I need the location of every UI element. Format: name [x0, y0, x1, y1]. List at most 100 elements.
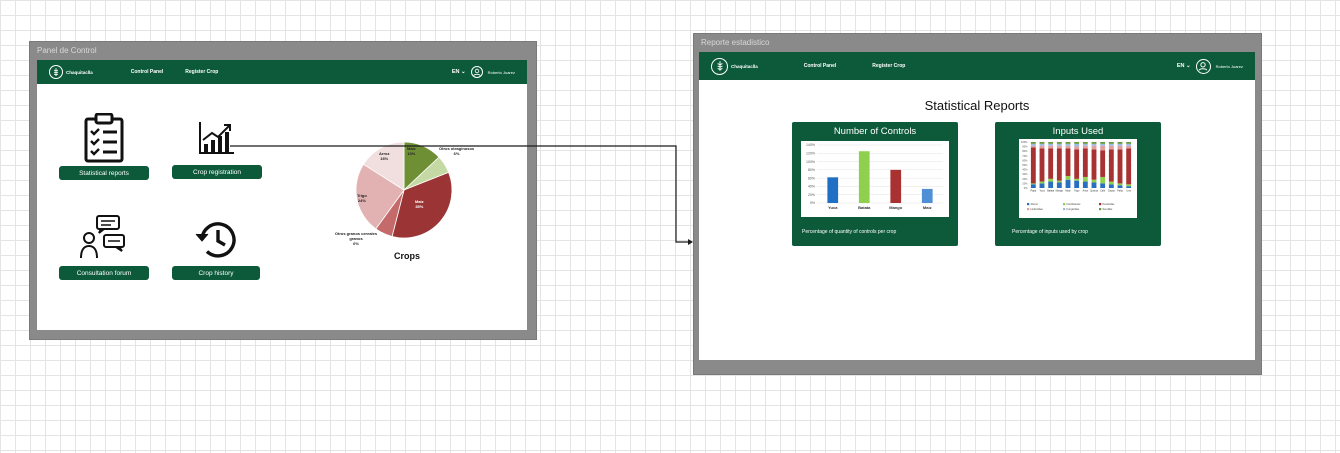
nav-right: EN ⌄ Roberto Juarez [1177, 58, 1243, 74]
stacked-segment [1126, 148, 1132, 185]
chat-people-icon[interactable] [79, 214, 127, 265]
x-category-label: Trigo [1074, 190, 1080, 193]
language-code: EN [1176, 63, 1185, 69]
clipboard-checklist-icon[interactable] [83, 112, 125, 168]
panel-screen: Chaquitaclla Control Panel Register Crop… [37, 60, 527, 330]
y-tick-label: 100% [1021, 140, 1028, 144]
stacked-segment [1091, 142, 1097, 144]
stacked-segment [1056, 180, 1062, 183]
x-category-label: Palta [1117, 190, 1123, 193]
card-caption: Percentage of inputs used by crop [1012, 229, 1088, 235]
pie-label-otros-granos: Otros granos cereales granos 6% [331, 231, 381, 246]
wheat-logo-icon [711, 57, 728, 75]
legend-swatch [1063, 203, 1066, 206]
brand[interactable]: Chaquitaclla [711, 57, 758, 75]
y-tick-label: 10% [1022, 181, 1028, 185]
legend-swatch [1027, 203, 1030, 206]
legend-swatch [1099, 208, 1102, 211]
navbar: Chaquitaclla Control Panel Register Crop… [699, 52, 1255, 80]
stacked-segment [1100, 150, 1106, 177]
y-tick-label: 70% [1022, 154, 1028, 158]
stacked-segment [1065, 143, 1071, 146]
stacked-segment [1030, 147, 1036, 184]
y-tick-label: 20% [808, 193, 815, 197]
frame-label: Reporte estadistico [701, 38, 770, 47]
stacked-segment [1030, 183, 1036, 185]
pie-title: Crops [394, 251, 421, 261]
y-tick-label: 0% [1024, 186, 1028, 190]
y-tick-label: 20% [1022, 177, 1028, 181]
card-caption: Percentage of quantity of controls per c… [802, 229, 897, 235]
stacked-segment [1056, 148, 1062, 181]
stacked-segment [1091, 179, 1097, 183]
user-avatar-icon[interactable] [470, 66, 483, 78]
stacked-segment [1030, 145, 1036, 148]
stacked-segment [1039, 183, 1045, 188]
stacked-segment [1074, 143, 1080, 147]
pie-label-arroz: Arroz 16% [379, 151, 389, 162]
legend-label: Fungicidas [1067, 207, 1080, 211]
stacked-segment [1126, 145, 1132, 149]
stacked-segment [1030, 143, 1036, 146]
crops-pie-chart [355, 141, 453, 239]
stacked-segment [1100, 183, 1106, 188]
stacked-segment [1108, 143, 1114, 146]
nav-right: EN ⌄ Roberto Juarez [452, 66, 515, 78]
pie-label-name: Otros granos cereales granos [334, 231, 378, 241]
stacked-segment [1082, 176, 1088, 182]
stacked-segment [1048, 178, 1054, 182]
stacked-segment [1126, 143, 1132, 146]
stacked-segment [1065, 179, 1071, 188]
pie-slice [375, 189, 405, 237]
stacked-segment [1056, 182, 1062, 188]
history-clock-icon[interactable] [194, 219, 238, 266]
pie-label-pct: 24% [357, 197, 366, 203]
stacked-segment [1074, 180, 1080, 188]
consultation-forum-button[interactable]: Consultation forum [59, 266, 149, 280]
inputs-stacked-chart-svg: 0%10%20%30%40%50%60%70%80%90%100% Papa Yuc… [1021, 140, 1133, 211]
user-avatar-icon[interactable] [1195, 58, 1211, 74]
x-category-label: Maíz [1065, 190, 1071, 193]
nav-control-panel[interactable]: Control Panel [131, 69, 164, 75]
navbar: Chaquitaclla Control Panel Register Crop… [37, 60, 527, 84]
stacked-segment [1048, 148, 1054, 179]
nav-register-crop[interactable]: Register Crop [185, 69, 218, 75]
stacked-segment [1039, 142, 1045, 144]
bar [921, 188, 933, 203]
y-tick-label: 90% [1022, 145, 1028, 149]
y-tick-label: 120% [806, 151, 815, 155]
stacked-segment [1126, 184, 1132, 187]
stacked-segment [1056, 145, 1062, 149]
x-category-label: Batata [858, 205, 871, 210]
legend-label: Semillas [1103, 207, 1114, 211]
inputs-used-card[interactable]: Inputs Used 0% 10% 20% 30% 40% 50% 60% 70% 80% 90… [995, 122, 1161, 246]
x-category-label: Papa [1031, 190, 1037, 193]
chevron-down-icon: ⌄ [461, 69, 466, 75]
stacked-segment [1039, 145, 1045, 149]
language-code: EN [451, 69, 460, 75]
x-category-label: Batata [1047, 190, 1055, 193]
language-selector[interactable]: EN ⌄ [452, 69, 466, 75]
crop-registration-button[interactable]: Crop registration [172, 165, 262, 179]
stacked-segment [1126, 186, 1132, 188]
statistical-reports-button[interactable]: Statistical reports [59, 166, 149, 180]
brand[interactable]: Chaquitaclla [49, 65, 93, 79]
stacked-segment [1039, 143, 1045, 146]
controls-bar-chart: 0% 20% 40% 60% 80% 100% 120% 140% Yuca Batata Mang… [801, 141, 949, 217]
nav-control-panel[interactable]: Control Panel [804, 63, 837, 69]
x-category-label: Quinua [1090, 190, 1098, 193]
crop-history-button[interactable]: Crop history [172, 266, 260, 280]
language-selector[interactable]: EN ⌄ [1177, 63, 1191, 69]
number-of-controls-card[interactable]: Number of Controls 0% 20% 40% 60% 80% 100% 120… [792, 122, 958, 246]
stacked-segment [1091, 145, 1097, 150]
nav-register-crop[interactable]: Register Crop [872, 63, 905, 69]
pie-label-maiz-small: Maíz 13% [407, 146, 416, 157]
pie-slice [403, 156, 450, 191]
user-name: Roberto Juarez [1215, 63, 1243, 69]
stacked-segment [1117, 183, 1123, 186]
x-category-label: Cacao [1108, 190, 1116, 193]
stacked-segment [1108, 145, 1114, 150]
stacked-segment [1048, 145, 1054, 149]
controls-bar-chart-svg: 0% 20% 40% 60% 80% 100% 120% 140% Yuca Batata Mang… [806, 143, 943, 210]
growth-chart-icon[interactable] [198, 120, 236, 161]
